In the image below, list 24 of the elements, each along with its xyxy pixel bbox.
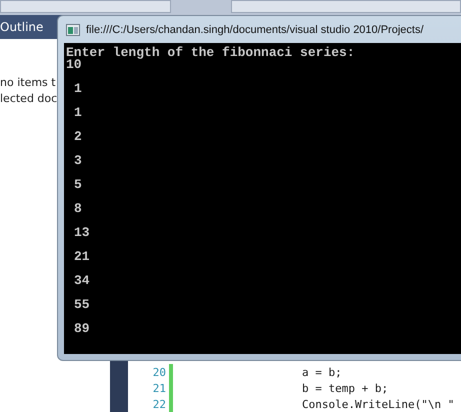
dropdown-field[interactable]	[230, 0, 461, 13]
console-line: 2	[73, 131, 83, 143]
console-line: 3	[73, 155, 83, 167]
console-line: 1	[73, 107, 83, 119]
console-line: 21	[73, 251, 91, 263]
console-line: 89	[73, 323, 91, 335]
console-icon	[66, 24, 80, 36]
line-number: 21	[152, 382, 166, 394]
console-line: 5	[73, 179, 83, 191]
code-line: a = b;	[302, 366, 342, 378]
console-line: 13	[73, 227, 91, 239]
console-prompt: Enter length of the fibonnaci series:	[66, 47, 356, 59]
console-line: 55	[73, 299, 91, 311]
dropdown-field[interactable]	[0, 0, 171, 13]
entered-value: 10	[66, 59, 83, 71]
panel-message: no items t	[0, 75, 56, 91]
console-line: 1	[73, 83, 83, 95]
line-number: 22	[152, 398, 166, 410]
console-line: 34	[73, 275, 91, 287]
panel-message: lected doc	[0, 91, 58, 107]
console-line: 8	[73, 203, 83, 215]
line-number: 20	[152, 366, 166, 378]
code-line: b = temp + b;	[302, 382, 388, 394]
code-line: Console.WriteLine("\n "	[302, 398, 454, 410]
